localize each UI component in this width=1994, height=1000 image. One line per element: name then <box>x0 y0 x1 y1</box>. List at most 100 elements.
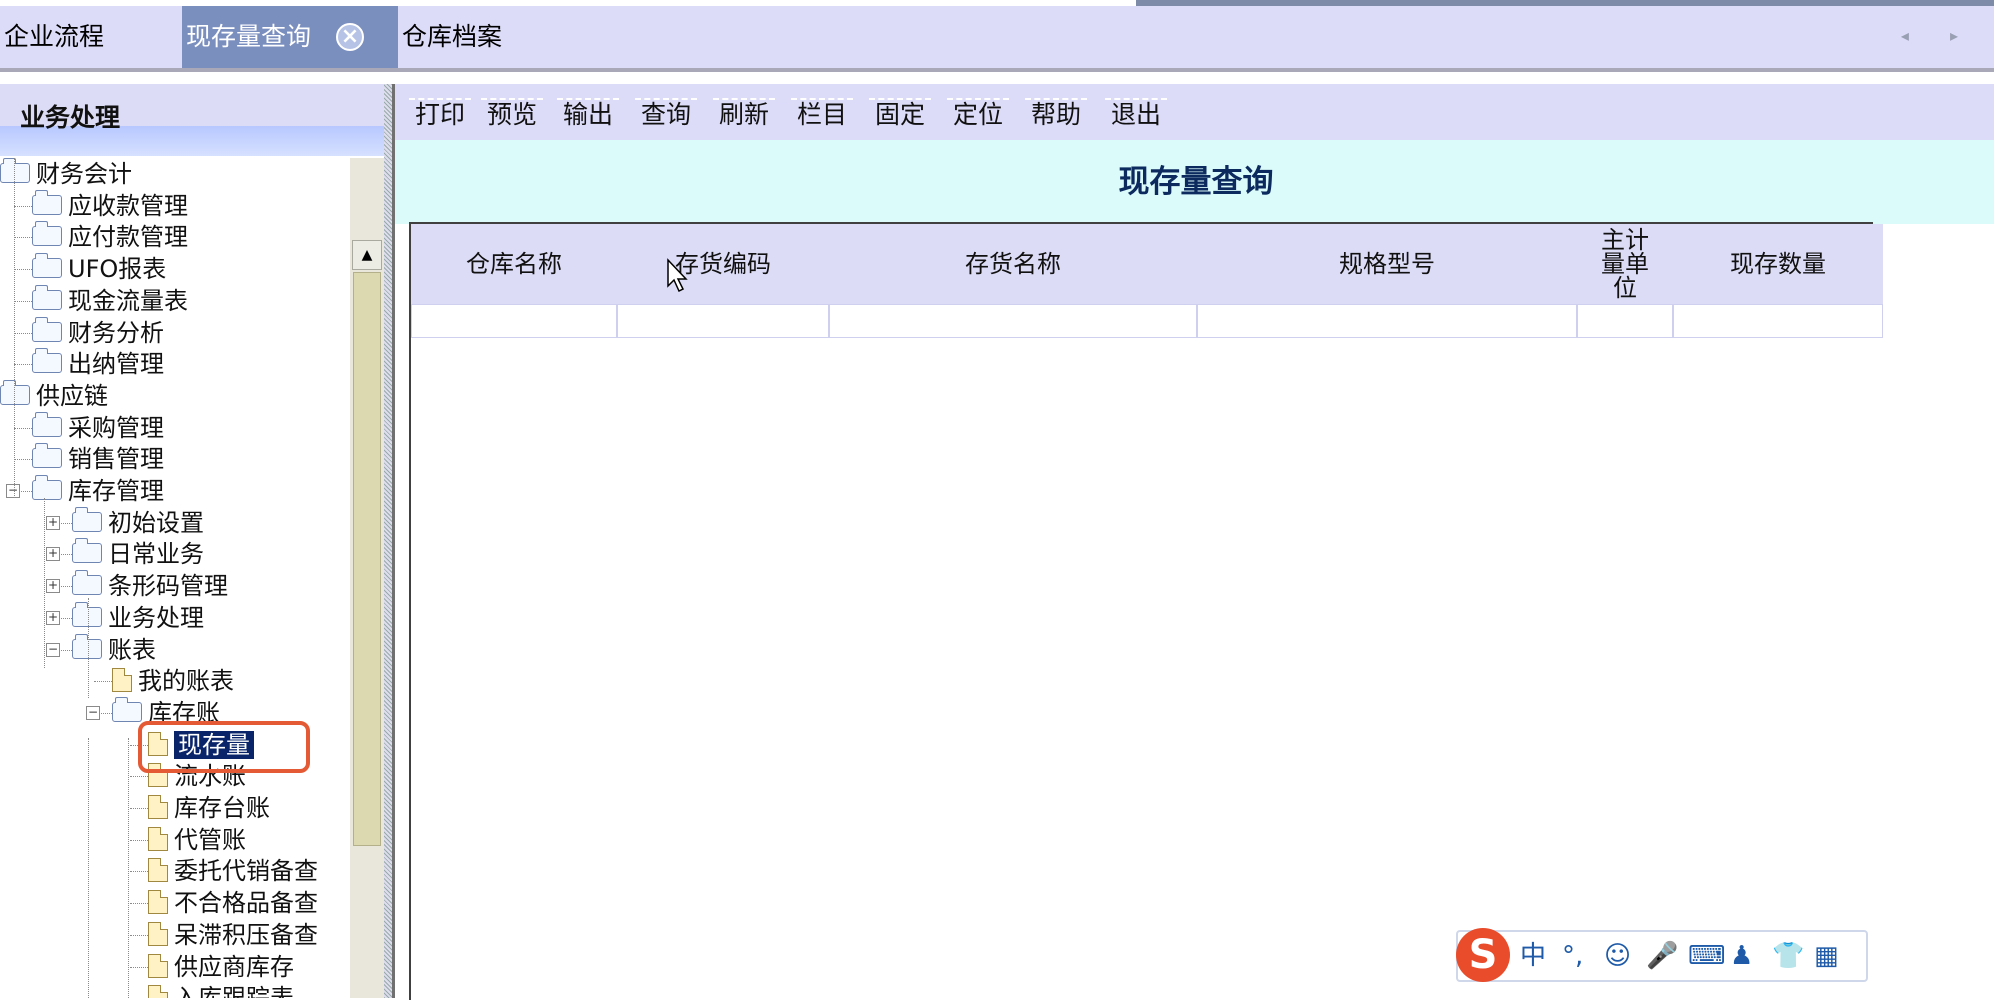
tree-item[interactable]: UFO报表 <box>32 253 166 285</box>
column-header[interactable]: 主计量单位 <box>1577 224 1673 304</box>
expand-plus-icon[interactable]: + <box>46 515 60 530</box>
folder-open-icon <box>0 379 30 405</box>
tree-item[interactable]: 应收款管理 <box>32 189 188 222</box>
tree-item[interactable]: 采购管理 <box>32 411 164 444</box>
toolbar-button[interactable]: 定位 <box>947 98 1010 130</box>
tree-item[interactable]: 供应商库存 <box>148 951 294 983</box>
main-content: 打印 预览 输出 查询 刷新 栏目 固定 定位 帮助 退出 现存量查询 仓库名称 存货编码 存货名称规… <box>392 84 1994 1000</box>
tree-guide <box>44 498 45 668</box>
tab-warehouse-archive[interactable]: 仓库档案 <box>398 6 698 68</box>
ime-voice-icon[interactable]: 🎤 <box>1646 940 1678 972</box>
tab-scroll-arrows-icon[interactable]: ◂ ▸ <box>1901 26 1976 45</box>
tab-bar-underline <box>0 68 1994 72</box>
toolbar-button[interactable]: 打印 <box>409 98 472 130</box>
collapse-minus-icon[interactable]: − <box>6 484 20 498</box>
ime-keyboard-icon[interactable]: ⌨ <box>1688 940 1726 972</box>
left-panel-header: 业务处理 <box>0 84 384 156</box>
close-tab-icon[interactable]: × <box>336 23 364 51</box>
tree-item[interactable]: 库存台账 <box>148 792 270 824</box>
tree-scrollbar[interactable]: ▲ <box>350 158 384 998</box>
expand-plus-icon[interactable]: + <box>46 547 60 562</box>
tree-item-label: 日常业务 <box>108 540 204 569</box>
collapse-minus-icon[interactable]: − <box>46 642 60 657</box>
tree-item[interactable]: 入库跟踪表 <box>148 982 294 998</box>
tab-stock-query[interactable]: 现存量查询 × <box>182 6 398 68</box>
folder-icon <box>112 696 142 722</box>
column-header[interactable]: 存货名称 <box>829 224 1197 304</box>
tab-enterprise-process[interactable]: 企业流程 <box>0 6 182 68</box>
column-header[interactable]: 仓库名称 <box>411 224 617 304</box>
ime-toolbox-icon[interactable]: ▦ <box>1814 940 1839 972</box>
document-icon <box>148 953 168 978</box>
column-header[interactable]: 规格型号 <box>1197 224 1577 304</box>
tree-item[interactable]: 呆滞积压备查 <box>148 919 318 951</box>
tree-item[interactable]: 供应链 <box>0 379 108 412</box>
tree-item-label: 供应链 <box>36 381 108 410</box>
tree-item[interactable]: 财务会计 <box>0 158 132 190</box>
tree-item[interactable]: 销售管理 <box>32 443 164 475</box>
grid-cell[interactable] <box>411 304 617 338</box>
tree-item-label: 不合格品备查 <box>174 889 318 918</box>
tree-item[interactable]: 账表 <box>72 633 156 666</box>
toolbar-button[interactable]: 预览 <box>481 98 544 130</box>
left-panel: 业务处理 财务会计 应收款管理 应付款管理 UFO报表 现金流量表 财务分析出纳管理 供应链… <box>0 84 384 998</box>
collapse-minus-icon[interactable]: − <box>86 705 100 720</box>
toolbar-button[interactable]: 输出 <box>557 98 620 130</box>
document-icon <box>148 795 168 819</box>
tree-connector <box>130 934 148 936</box>
tree-connector <box>14 300 32 302</box>
grid-cell[interactable] <box>617 304 829 338</box>
tree-item-label: 采购管理 <box>68 413 164 442</box>
grid-cell[interactable] <box>1577 304 1673 338</box>
tree-item[interactable]: 库存管理 <box>32 475 164 507</box>
tree-connector <box>130 871 148 873</box>
scroll-up-arrow-icon[interactable]: ▲ <box>352 240 382 270</box>
tree-item[interactable]: 委托代销备查 <box>148 855 318 887</box>
grid-cell[interactable] <box>1673 304 1883 338</box>
column-header[interactable]: 现存数量 <box>1673 224 1883 304</box>
toolbar-button[interactable]: 查询 <box>635 98 698 130</box>
tree-item[interactable]: 财务分析 <box>32 316 164 349</box>
ime-chinese-mode[interactable]: 中 <box>1520 940 1546 972</box>
expand-plus-icon[interactable]: + <box>46 579 60 594</box>
ime-skin-icon[interactable]: 👕 <box>1772 940 1804 972</box>
tree-item-label: 财务会计 <box>36 160 132 188</box>
tree-item-label: 我的账表 <box>138 667 234 696</box>
toolbar-button[interactable]: 帮助 <box>1025 98 1088 130</box>
scroll-thumb[interactable] <box>353 272 381 846</box>
tree-connector <box>14 205 32 207</box>
tree-item[interactable]: 初始设置 <box>72 506 204 539</box>
left-panel-title: 业务处理 <box>20 103 121 132</box>
tree-item[interactable]: 不合格品备查 <box>148 887 318 919</box>
title-strip-dark <box>1136 0 1994 6</box>
tree-connector <box>130 839 148 841</box>
tree-item[interactable]: 出纳管理 <box>32 348 164 380</box>
document-icon <box>148 858 168 883</box>
title-band: 现存量查询 <box>395 140 1994 224</box>
ime-emoji-icon[interactable]: ☺ <box>1604 940 1631 972</box>
ime-user-icon[interactable]: ♟ <box>1730 940 1753 972</box>
ime-punctuation-icon[interactable]: °, <box>1562 940 1583 972</box>
toolbar-button[interactable]: 固定 <box>869 98 932 130</box>
tree-connector <box>94 681 112 683</box>
tree-item-label: 财务分析 <box>68 318 164 347</box>
toolbar-button[interactable]: 退出 <box>1105 98 1168 130</box>
sogou-logo-icon[interactable]: S <box>1456 928 1510 982</box>
column-header[interactable]: 存货编码 <box>617 224 829 304</box>
tree-item[interactable]: 现金流量表 <box>32 284 188 317</box>
toolbar-button[interactable]: 刷新 <box>713 98 776 130</box>
tree-connector <box>130 966 148 968</box>
tree-item[interactable]: 业务处理 <box>72 601 204 634</box>
tree-item[interactable]: 代管账 <box>148 824 246 856</box>
expand-plus-icon[interactable]: + <box>46 610 60 625</box>
toolbar-button[interactable]: 栏目 <box>791 98 854 130</box>
panel-splitter[interactable] <box>384 84 392 998</box>
tree-item[interactable]: 条形码管理 <box>72 570 228 602</box>
tree-item-label: 出纳管理 <box>68 350 164 379</box>
tree-item[interactable]: 我的账表 <box>112 665 234 697</box>
tree-item[interactable]: 日常业务 <box>72 538 204 570</box>
tree-item[interactable]: 应付款管理 <box>32 221 188 253</box>
page-title: 现存量查询 <box>1118 164 1274 200</box>
grid-cell[interactable] <box>829 304 1197 338</box>
grid-cell[interactable] <box>1197 304 1577 338</box>
